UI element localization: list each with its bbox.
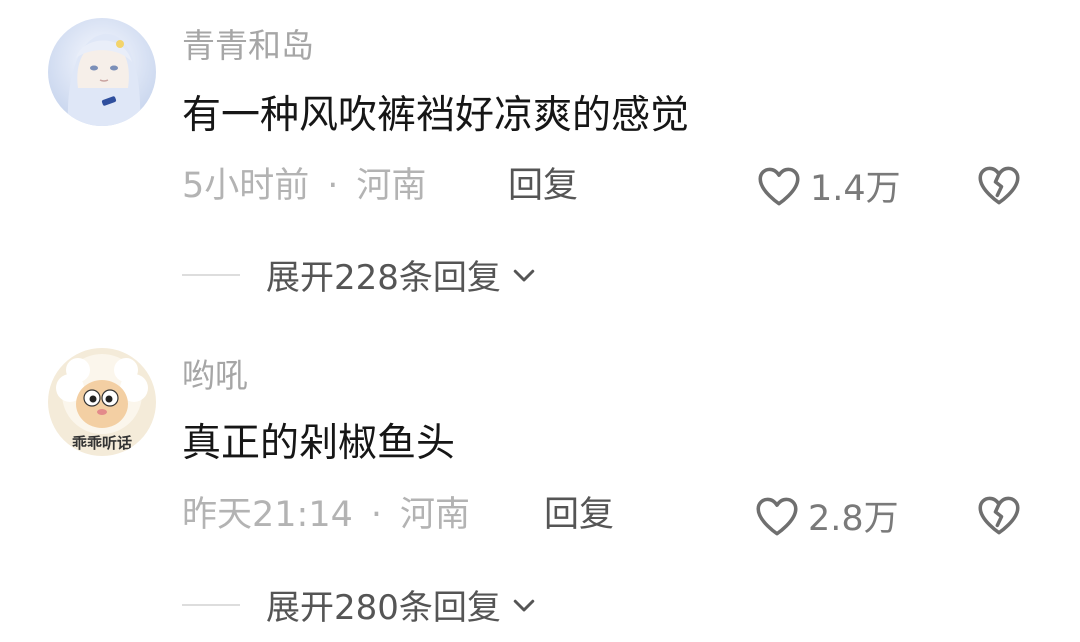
- username[interactable]: 哟吼: [182, 356, 248, 396]
- timestamp: 5小时前: [182, 166, 310, 206]
- username[interactable]: 青青和岛: [182, 26, 314, 66]
- avatar[interactable]: [48, 18, 156, 126]
- avatar-caption: 乖乖听话: [71, 434, 132, 452]
- comment-meta: 昨天21:14 · 河南: [182, 494, 470, 536]
- chevron-down-icon: [513, 599, 535, 611]
- location: 河南: [356, 166, 427, 206]
- comment-meta: 5小时前 · 河南: [182, 165, 426, 207]
- heart-outline-icon: [758, 167, 800, 205]
- heart-outline-icon: [756, 497, 798, 535]
- like-count: 2.8万: [808, 499, 899, 539]
- comment-text: 真正的剁椒鱼头: [182, 421, 456, 466]
- like-count: 1.4万: [810, 169, 901, 209]
- divider: [182, 273, 240, 276]
- expand-replies-label: 展开280条回复: [266, 588, 501, 628]
- like-button[interactable]: 2.8万: [752, 490, 899, 541]
- reply-button[interactable]: 回复: [544, 494, 614, 536]
- like-button[interactable]: 1.4万: [754, 160, 901, 211]
- broken-heart-icon: [978, 166, 1020, 205]
- separator-dot: ·: [327, 166, 339, 206]
- separator-dot: ·: [370, 495, 383, 535]
- expand-replies[interactable]: 展开228条回复: [182, 250, 539, 299]
- timestamp: 昨天21:14: [182, 495, 353, 535]
- location: 河南: [400, 495, 471, 535]
- avatar[interactable]: 乖乖听话: [48, 348, 156, 456]
- broken-heart-icon: [978, 496, 1020, 535]
- dislike-button[interactable]: [974, 490, 1024, 544]
- comment-text: 有一种风吹裤裆好凉爽的感觉: [182, 93, 690, 138]
- chevron-down-icon: [513, 269, 535, 281]
- dislike-button[interactable]: [974, 160, 1024, 214]
- expand-replies[interactable]: 展开280条回复: [182, 580, 539, 629]
- expand-replies-label: 展开228条回复: [266, 258, 501, 298]
- reply-button[interactable]: 回复: [508, 165, 578, 207]
- divider: [182, 603, 240, 606]
